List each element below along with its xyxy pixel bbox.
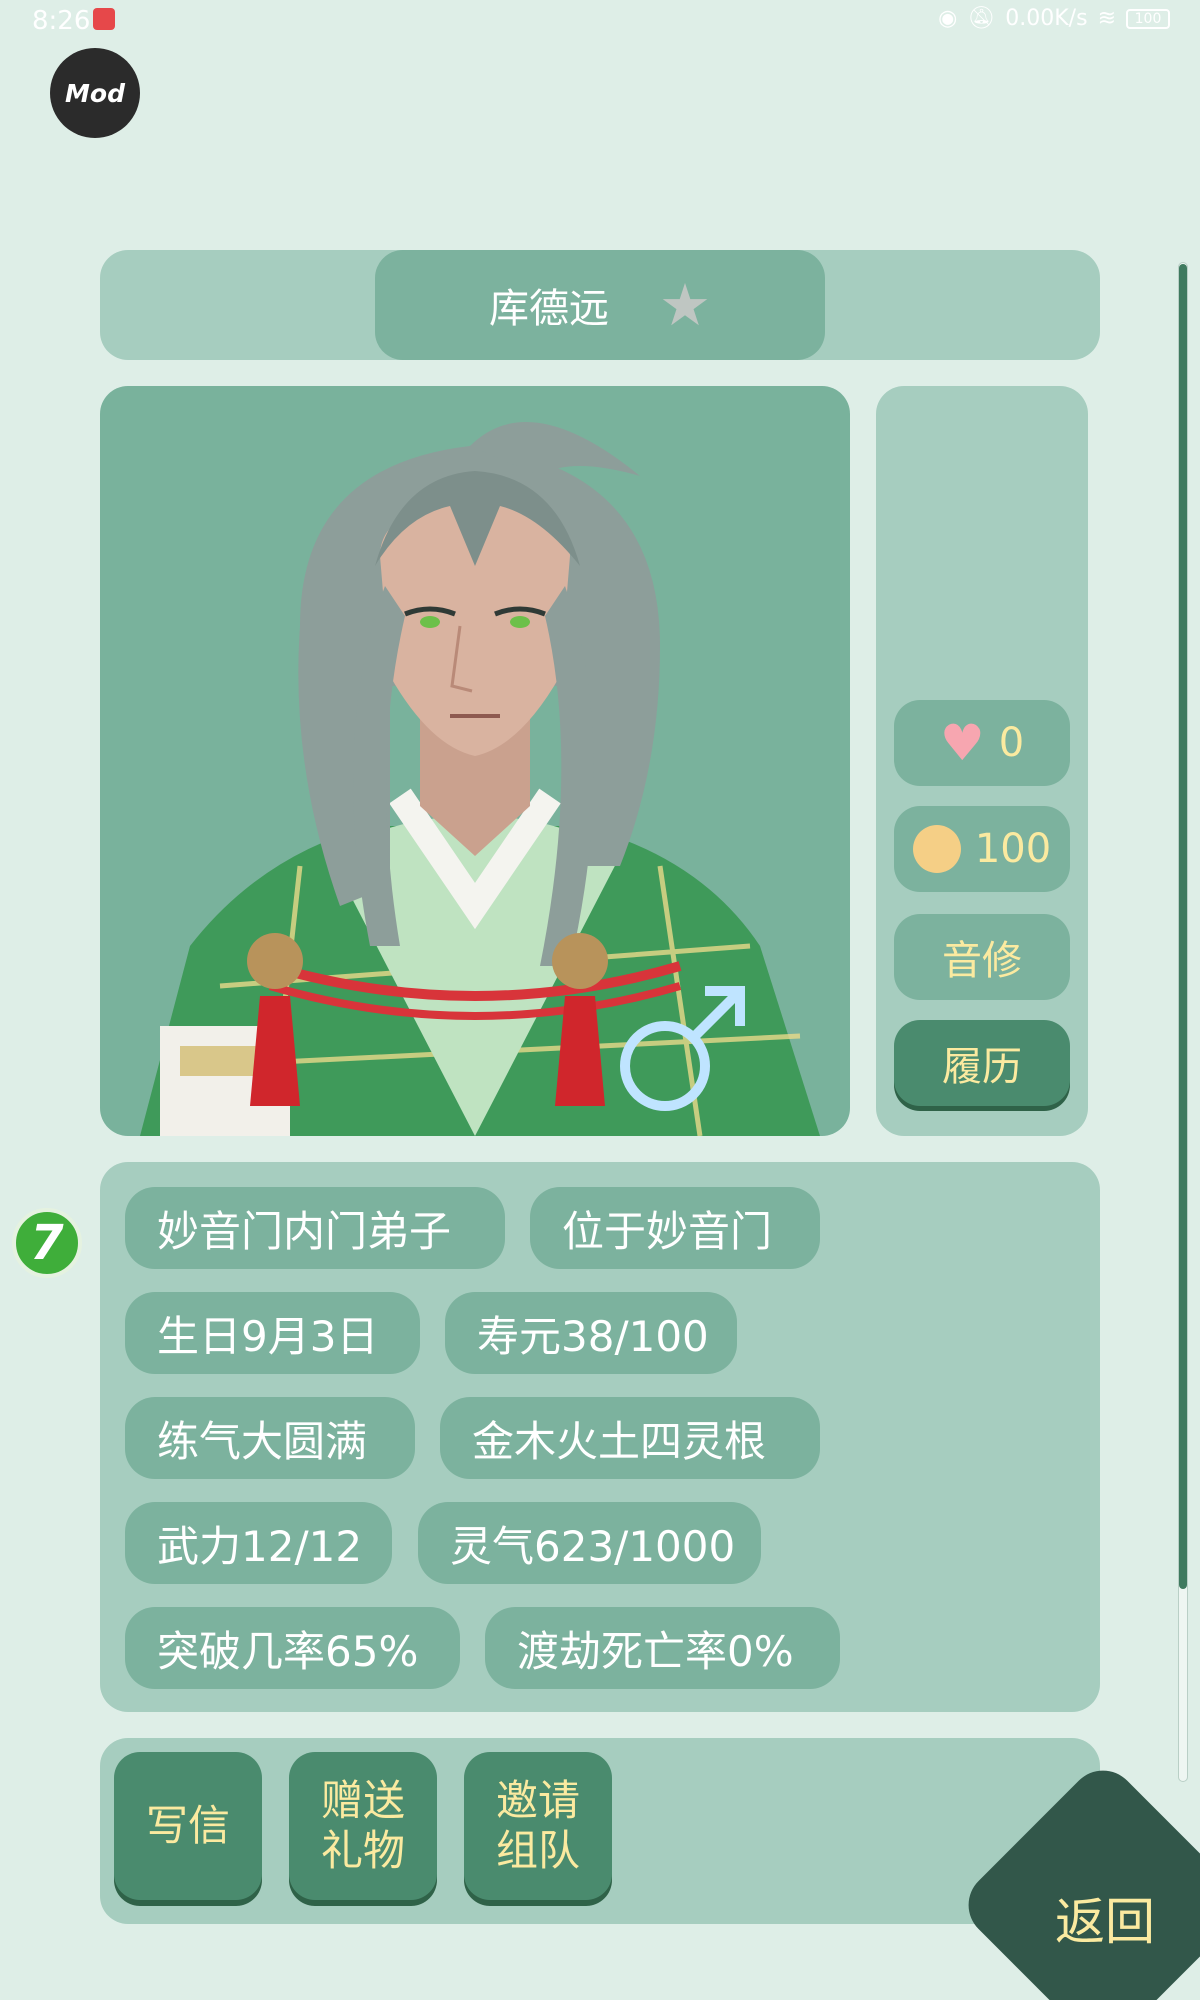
affection-value: 0 xyxy=(998,720,1025,766)
mood-value: 100 xyxy=(974,826,1052,872)
status-indicators: ◉ 🔕︎ 0.00K/s ≋ 100 xyxy=(938,6,1170,31)
info-tag: 突破几率65% xyxy=(125,1607,460,1689)
network-speed: 0.00K/s xyxy=(1005,6,1088,31)
scrollbar-thumb[interactable] xyxy=(1179,264,1187,1589)
info-tag: 位于妙音门 xyxy=(530,1187,820,1269)
side-stats-panel: ♥ 0 100 音修 履历 xyxy=(876,386,1088,1136)
cultivation-path-label: 音修 xyxy=(942,938,1022,984)
info-tag: 生日9月3日 xyxy=(125,1292,420,1374)
portrait-illustration xyxy=(140,422,820,1136)
status-time: 8:26 xyxy=(32,6,91,36)
character-name-pill: 库德远 ★ xyxy=(375,250,825,360)
star-icon[interactable]: ★ xyxy=(659,276,711,334)
eye-icon: ◉ xyxy=(938,6,958,31)
resume-button[interactable]: 履历 xyxy=(894,1020,1070,1106)
character-name: 库德远 xyxy=(489,286,609,332)
cultivation-path-tag: 音修 xyxy=(894,914,1070,1000)
resume-button-label: 履历 xyxy=(942,1044,1022,1090)
info-tag: 寿元38/100 xyxy=(445,1292,737,1374)
smile-icon xyxy=(912,825,961,873)
info-tag: 武力12/12 xyxy=(125,1502,392,1584)
info-tag: 灵气623/1000 xyxy=(418,1502,761,1584)
info-tag: 渡劫死亡率0% xyxy=(485,1607,840,1689)
status-bar: 8:26 ◉ 🔕︎ 0.00K/s ≋ 100 xyxy=(0,0,1200,42)
mute-icon: 🔕︎ xyxy=(967,6,996,31)
wifi-icon: ≋ xyxy=(1097,6,1116,31)
battery-icon: 100 xyxy=(1126,8,1170,29)
mod-menu-button[interactable]: Mod xyxy=(50,48,140,138)
back-button-label[interactable]: 返回 xyxy=(1030,1882,1180,1954)
info-tag: 练气大圆满 xyxy=(125,1397,415,1479)
write-letter-button[interactable]: 写信 xyxy=(114,1752,262,1900)
give-gift-button[interactable]: 赠送 礼物 xyxy=(289,1752,437,1900)
mood-stat: 100 xyxy=(894,806,1070,892)
info-tag: 妙音门内门弟子 xyxy=(125,1187,505,1269)
level-badge[interactable]: 7 xyxy=(12,1208,82,1278)
heart-icon: ♥ xyxy=(939,714,985,772)
affection-stat: ♥ 0 xyxy=(894,700,1070,786)
invite-team-button[interactable]: 邀请 组队 xyxy=(464,1752,612,1900)
app-notification-icon xyxy=(93,8,115,30)
character-portrait xyxy=(100,386,850,1136)
info-tag: 金木火土四灵根 xyxy=(440,1397,820,1479)
